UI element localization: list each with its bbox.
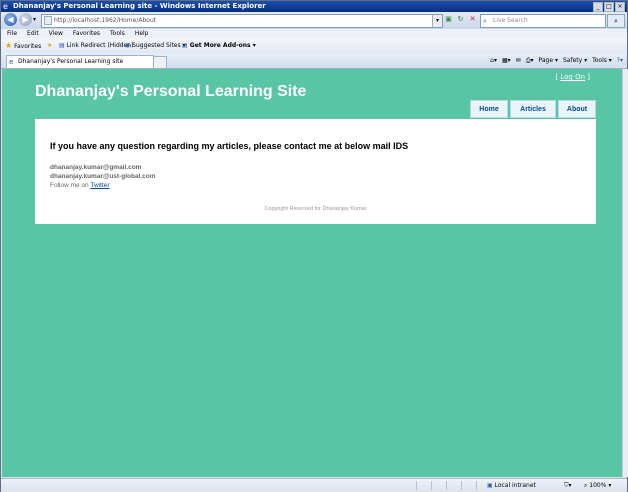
- security-zone[interactable]: ▣ Local intranet: [487, 479, 536, 492]
- page-icon: ▤: [59, 42, 65, 49]
- menu-tools[interactable]: Tools: [110, 29, 125, 39]
- title-bar: e Dhananjay's Personal Learning site - W…: [1, 1, 627, 12]
- status-divider: [446, 481, 447, 490]
- footer-copyright: Copyright Reserved for Dhananjay Kumar: [264, 206, 367, 212]
- refresh-icon[interactable]: ↻: [456, 15, 465, 24]
- protected-mode-dropdown: ▾: [568, 482, 572, 489]
- follow-prefix: Follow me on: [50, 182, 91, 189]
- ie-icon: e: [3, 2, 8, 11]
- menu-favorites[interactable]: Favorites: [73, 29, 100, 39]
- follow-line: Follow me on Twitter: [50, 182, 110, 189]
- cmd-safety[interactable]: Safety ▾: [563, 56, 587, 66]
- fav-suggested-sites[interactable]: ◉ Suggested Sites ▾: [125, 39, 186, 53]
- new-tab-button[interactable]: [153, 56, 167, 69]
- status-divider: [476, 481, 477, 490]
- search-input[interactable]: Live Search: [493, 15, 528, 27]
- security-zone-label: Local intranet: [494, 482, 536, 489]
- zoom-icon: ⌕: [584, 482, 588, 489]
- fav-link-redirect-label: Link Redirect (Hidden): [66, 42, 134, 49]
- tab-row: e Dhananjay's Personal Learning site ⌂▾ …: [1, 53, 627, 69]
- favorites-button[interactable]: ★ Favorites: [5, 39, 41, 53]
- site-menu: Home Articles About: [470, 100, 596, 118]
- favorites-label: Favorites: [14, 43, 42, 50]
- fav-get-addons-label: Get More Add-ons ▾: [189, 42, 256, 49]
- status-divider: [416, 481, 417, 490]
- fav-suggested-sites-label: Suggested Sites ▾: [132, 42, 186, 49]
- address-box[interactable]: http://localhost:1962/Home/About ▾: [41, 14, 443, 28]
- minimize-button[interactable]: _: [593, 2, 603, 12]
- browser-window: e Dhananjay's Personal Learning site - W…: [0, 0, 628, 492]
- live-search-icon: ⌕: [483, 17, 487, 25]
- back-button[interactable]: ◀: [4, 13, 17, 26]
- menu-articles[interactable]: Articles: [510, 100, 556, 118]
- tab-active[interactable]: e Dhananjay's Personal Learning site: [6, 55, 154, 68]
- read-mail-icon[interactable]: ✉: [516, 56, 521, 66]
- zoom-level[interactable]: ⌕ 100% ▾: [584, 479, 611, 492]
- status-bar: ▣ Local intranet ⛉▾ ⌕ 100% ▾: [1, 478, 627, 492]
- zoom-label: 100%: [589, 482, 607, 489]
- tab-label: Dhananjay's Personal Learning site: [18, 58, 124, 65]
- fav-link-redirect[interactable]: ▤ Link Redirect (Hidden): [59, 39, 133, 53]
- menu-about[interactable]: About: [558, 100, 596, 118]
- twitter-link[interactable]: Twitter: [90, 182, 109, 189]
- status-divider: [461, 481, 462, 490]
- add-favorites-icon[interactable]: ★: [47, 39, 52, 53]
- vertical-scrollbar[interactable]: [622, 69, 628, 477]
- tab-ie-icon: e: [9, 58, 14, 66]
- intranet-icon: ▣: [487, 482, 493, 489]
- menu-home[interactable]: Home: [470, 100, 508, 118]
- fav-get-addons[interactable]: ▤ Get More Add-ons ▾: [182, 39, 256, 53]
- main-content: If you have any question regarding my ar…: [35, 119, 596, 224]
- window-controls: _ □ ×: [593, 2, 625, 12]
- login-display: [ Log On ]: [555, 73, 590, 81]
- address-dropdown-icon[interactable]: ▾: [432, 15, 442, 27]
- email-ust: dhananjay.kumar@ust-global.com: [50, 173, 156, 180]
- close-button[interactable]: ×: [615, 2, 625, 12]
- address-bar-row: ◀ ▶ ▾ http://localhost:1962/Home/About ▾…: [1, 12, 627, 29]
- menu-bar: File Edit View Favorites Tools Help: [1, 29, 627, 39]
- menu-help[interactable]: Help: [135, 29, 149, 39]
- protected-mode-icon[interactable]: ⛉▾: [564, 479, 572, 492]
- suggested-sites-icon: ◉: [125, 42, 131, 49]
- window-title: Dhananjay's Personal Learning site - Win…: [13, 2, 266, 10]
- page-heading: If you have any question regarding my ar…: [50, 141, 409, 151]
- menu-view[interactable]: View: [49, 29, 63, 39]
- log-on-link[interactable]: Log On: [560, 73, 585, 81]
- status-divider: [431, 481, 432, 490]
- maximize-button[interactable]: □: [604, 2, 614, 12]
- page-icon: [44, 16, 52, 25]
- addons-icon: ▤: [182, 42, 188, 49]
- cmd-page[interactable]: Page ▾: [539, 56, 558, 66]
- site-title: Dhananjay's Personal Learning Site: [35, 83, 307, 100]
- cmd-tools[interactable]: Tools ▾: [592, 56, 612, 66]
- login-bracket-close: ]: [585, 73, 590, 81]
- menu-file[interactable]: File: [7, 29, 17, 39]
- feeds-icon[interactable]: ▦▾: [502, 56, 511, 66]
- search-go-button[interactable]: ⌕: [607, 14, 625, 28]
- command-bar: ⌂▾ ▦▾ ✉ ⎙▾ Page ▾ Safety ▾ Tools ▾ ?▾: [490, 56, 623, 66]
- stop-icon[interactable]: ✕: [468, 15, 477, 24]
- favorites-star-icon: ★: [5, 41, 13, 50]
- recent-pages-icon[interactable]: ▾: [33, 16, 36, 23]
- compatibility-icon[interactable]: ▣: [444, 15, 453, 24]
- forward-button[interactable]: ▶: [19, 13, 32, 26]
- search-box[interactable]: ⌕ Live Search: [480, 14, 606, 28]
- help-icon[interactable]: ?▾: [617, 56, 623, 66]
- address-input[interactable]: http://localhost:1962/Home/About: [54, 15, 156, 27]
- print-icon[interactable]: ⎙▾: [526, 56, 534, 66]
- address-tools: ▣ ↻ ✕: [444, 15, 477, 24]
- menu-edit[interactable]: Edit: [27, 29, 39, 39]
- email-gmail: dhananjay.kumar@gmail.com: [50, 164, 142, 171]
- favorites-bar: ★ Favorites ★ ▤ Link Redirect (Hidden) ◉…: [1, 39, 627, 54]
- home-icon[interactable]: ⌂▾: [490, 56, 497, 66]
- page-viewport: [ Log On ] Dhananjay's Personal Learning…: [2, 69, 622, 477]
